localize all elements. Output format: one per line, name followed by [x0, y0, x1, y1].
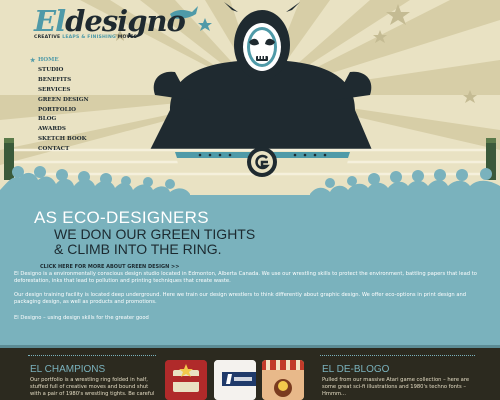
- champions-heading[interactable]: EL CHAMPIONS: [30, 364, 105, 375]
- nav-item-label: BENEFITS: [38, 76, 72, 83]
- nav-item-label: GREEN DESIGN: [38, 96, 89, 103]
- nav-item-label: AWARDS: [38, 126, 66, 133]
- blog-heading[interactable]: EL DE-BLOGO: [322, 364, 389, 375]
- logo-wordmark: Eldesigno: [34, 4, 186, 38]
- champions-dotted-rule: [28, 355, 156, 356]
- site-logo[interactable]: Eldesigno CREATIVE LEAPS & FINISHING MOV…: [34, 4, 186, 40]
- nav-item-label: SERVICES: [38, 86, 71, 93]
- nav-item-label: STUDIO: [38, 66, 64, 73]
- main-navigation: ★ HOME STUDIO BENEFITS SERVICES GREEN DES…: [30, 56, 89, 155]
- logo-designo: designo: [65, 4, 186, 38]
- tagline-part-1: CREATIVE: [34, 35, 63, 40]
- nav-item-label: CONTACT: [38, 146, 70, 153]
- headline-primary: AS ECO-DESIGNERS: [34, 208, 209, 227]
- nav-item-portfolio[interactable]: PORTFOLIO: [30, 106, 89, 116]
- headline-line-1: WE DON OUR GREEN TIGHTS: [54, 226, 256, 242]
- nav-item-awards[interactable]: AWARDS: [30, 125, 89, 135]
- blog-dotted-rule: [320, 355, 475, 356]
- intro-paragraph-1: El Designo is a environmentally consciou…: [14, 271, 477, 284]
- nav-item-label: SKETCH BOOK: [38, 136, 87, 143]
- green-design-link[interactable]: CLICK HERE FOR MORE ABOUT GREEN DESIGN >…: [40, 264, 179, 270]
- nav-item-studio[interactable]: STUDIO: [30, 66, 89, 76]
- tagline-part-2: LEAPS & FINISHING: [62, 35, 116, 40]
- portfolio-thumbnail-2[interactable]: [214, 360, 256, 400]
- nav-item-label: PORTFOLIO: [38, 106, 77, 113]
- intro-paragraph-2: Our design training facility is located …: [14, 292, 467, 305]
- nav-item-services[interactable]: SERVICES: [30, 86, 89, 96]
- nav-item-label: BLOG: [38, 116, 57, 123]
- tagline-part-3: MOVES: [115, 35, 138, 40]
- portfolio-thumbnail-3[interactable]: [262, 360, 304, 400]
- hero-illustration: Eldesigno CREATIVE LEAPS & FINISHING MOV…: [0, 0, 500, 205]
- brand-card-image: [214, 360, 256, 400]
- nav-item-green-design[interactable]: GREEN DESIGN: [30, 96, 89, 106]
- nav-item-contact[interactable]: CONTACT: [30, 145, 89, 155]
- logo-el: El: [34, 4, 66, 38]
- nav-item-benefits[interactable]: BENEFITS: [30, 76, 89, 86]
- star-icon: ★: [30, 57, 36, 64]
- nav-item-label: HOME: [38, 57, 59, 63]
- wrestling-label-image: [165, 360, 207, 400]
- nav-item-blog[interactable]: BLOG: [30, 115, 89, 125]
- nav-item-home[interactable]: ★ HOME: [30, 56, 89, 66]
- blog-text: Pulled from our massive Atari game colle…: [322, 377, 470, 397]
- intro-paragraph-3: El Designo – using design skills for the…: [14, 315, 149, 321]
- portfolio-thumbnail-1[interactable]: [165, 360, 207, 400]
- illustration-image: [262, 360, 304, 400]
- champions-text: Our portfolio is a wrestling ring folded…: [30, 377, 155, 397]
- headline-secondary: WE DON OUR GREEN TIGHTS & CLIMB INTO THE…: [54, 227, 255, 257]
- nav-item-sketch-book[interactable]: SKETCH BOOK: [30, 135, 89, 145]
- headline-line-2: & CLIMB INTO THE RING.: [54, 241, 222, 257]
